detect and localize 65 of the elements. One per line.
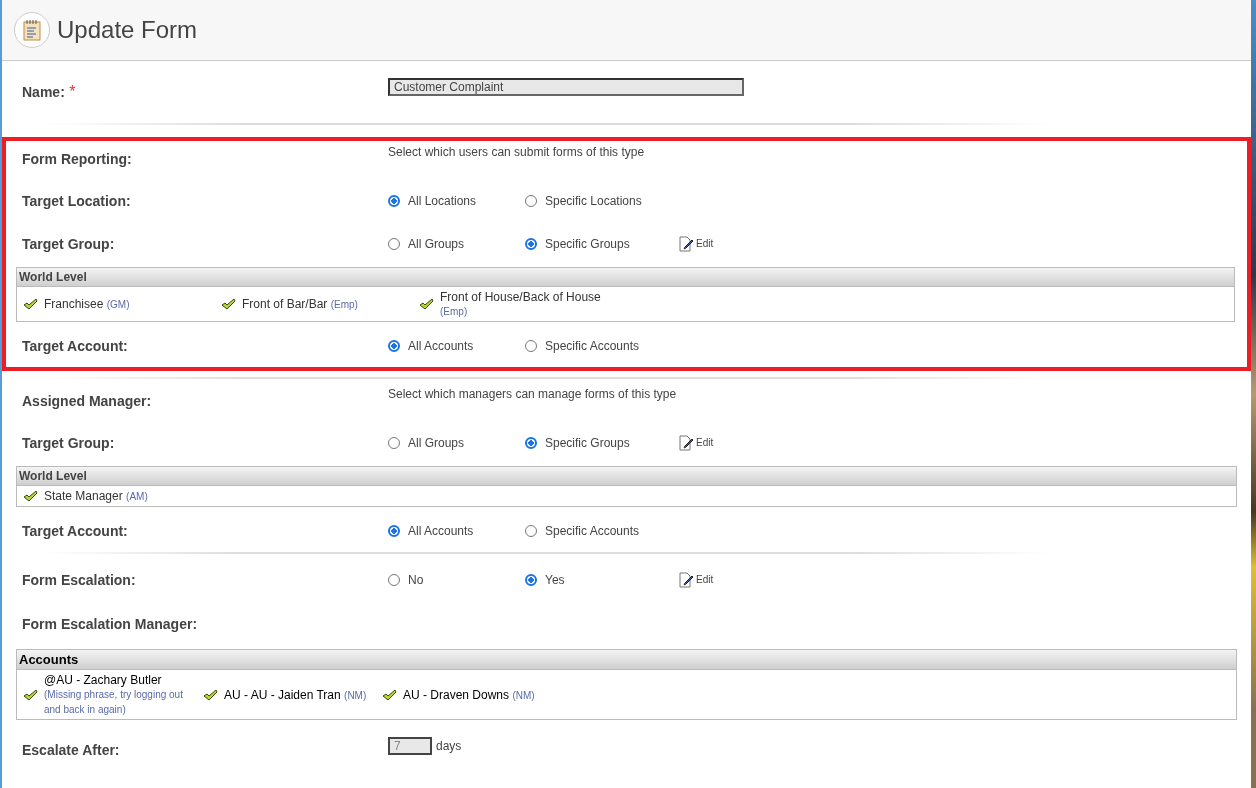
radio-option[interactable]: Yes	[525, 572, 662, 587]
radio-button[interactable]	[525, 339, 537, 352]
radio-option[interactable]: All Groups	[388, 435, 525, 450]
radio-option[interactable]: All Groups	[388, 236, 525, 251]
field-label: Assigned Manager:	[22, 393, 153, 409]
group-entry: AU - Draven Downs (NM)	[403, 687, 535, 702]
radio-button[interactable]	[525, 237, 537, 250]
field-label: Target Account:	[22, 337, 129, 354]
checkmark-icon	[23, 490, 38, 502]
group-entry: AU - AU - Jaiden Tran (NM)	[224, 687, 367, 702]
field-label: Form Reporting:	[22, 151, 133, 167]
field-label: Form Escalation:	[22, 571, 137, 588]
edit-document-icon	[678, 235, 694, 252]
hint-text: Select which users can submit forms of this type	[388, 145, 646, 159]
radio-option[interactable]: All Accounts	[388, 523, 525, 538]
radio-option[interactable]: Specific Groups	[525, 435, 662, 450]
radio-button[interactable]	[388, 524, 400, 537]
radio-button[interactable]	[388, 573, 400, 586]
checkmark-icon	[23, 688, 38, 701]
edit-link[interactable]: Edit	[678, 571, 714, 588]
required-marker: *	[69, 83, 76, 100]
radio-button[interactable]	[388, 194, 400, 207]
edit-document-icon	[678, 571, 694, 588]
group-entry: Front of Bar/Bar (Emp)	[242, 297, 358, 311]
radio-button[interactable]	[525, 436, 537, 449]
radio-button[interactable]	[525, 573, 537, 586]
unit-text: days	[436, 739, 462, 754]
edit-document-icon	[678, 434, 694, 451]
panel-header: World Level	[17, 467, 1236, 486]
checkmark-icon	[419, 298, 434, 310]
field-label: Name:	[22, 84, 65, 100]
name-input[interactable]: Customer Complaint	[388, 78, 744, 96]
field-label: Escalate After:	[22, 742, 121, 759]
radio-option[interactable]: Specific Groups	[525, 236, 662, 251]
checkmark-icon	[221, 298, 236, 310]
page-title: Update Form	[57, 16, 198, 44]
radio-button[interactable]	[388, 339, 400, 352]
group-entry: Franchisee (GM)	[44, 297, 130, 311]
radio-option[interactable]: No	[388, 572, 525, 587]
checkmark-icon	[382, 688, 397, 701]
radio-option[interactable]: All Locations	[388, 193, 525, 208]
edit-link[interactable]: Edit	[678, 235, 714, 252]
group-entry: Front of House/Back of House (Emp)	[440, 290, 602, 318]
radio-button[interactable]	[388, 237, 400, 250]
checkmark-icon	[203, 688, 218, 701]
radio-option[interactable]: Specific Accounts	[525, 523, 662, 538]
panel-header: Accounts	[17, 650, 1236, 670]
field-label: Target Group:	[22, 235, 116, 252]
field-label: Target Account:	[22, 522, 129, 539]
checkmark-icon	[23, 298, 38, 310]
radio-option[interactable]: Specific Accounts	[525, 338, 662, 353]
radio-button[interactable]	[525, 194, 537, 207]
edit-link[interactable]: Edit	[678, 434, 714, 451]
panel-header: World Level	[17, 268, 1234, 287]
radio-button[interactable]	[525, 524, 537, 537]
field-label: Target Group:	[22, 434, 116, 451]
field-label: Target Location:	[22, 192, 132, 209]
form-notepad-icon	[14, 12, 50, 48]
field-label: Form Escalation Manager:	[22, 616, 199, 632]
hint-text: Select which managers can manage forms of this type	[388, 387, 678, 401]
group-entry: @AU - Zachary Butler (Missing phrase, try logging out and back in again)	[44, 673, 184, 717]
radio-button[interactable]	[388, 436, 400, 449]
radio-option[interactable]: Specific Locations	[525, 193, 662, 208]
radio-option[interactable]: All Accounts	[388, 338, 525, 353]
group-entry: State Manager (AM)	[44, 489, 148, 503]
